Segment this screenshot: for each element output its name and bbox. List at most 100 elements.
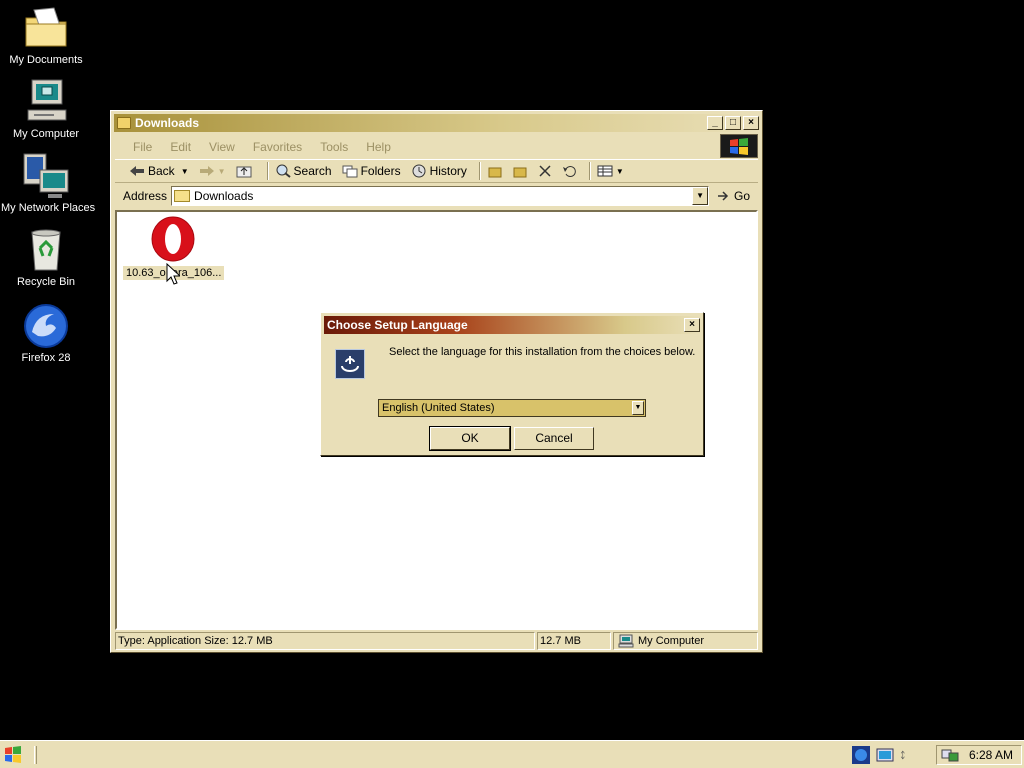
language-select-value: English (United States): [382, 402, 495, 414]
back-dropdown-icon[interactable]: ▼: [181, 167, 189, 176]
status-info: Type: Application Size: 12.7 MB: [115, 632, 535, 650]
address-label: Address: [123, 189, 168, 203]
menu-favorites[interactable]: Favorites: [253, 140, 302, 154]
move-to-button[interactable]: [487, 164, 506, 178]
desktop-icon-label: Firefox 28: [21, 352, 71, 364]
desktop-icon-label: My Documents: [9, 54, 83, 66]
undo-icon: [562, 166, 576, 177]
delete-icon: [539, 165, 551, 177]
installer-icon: [335, 349, 365, 379]
system-tray: 6:28 AM: [852, 744, 1022, 766]
move-to-icon: [488, 167, 502, 178]
close-button[interactable]: ×: [743, 116, 759, 130]
views-icon: [597, 165, 613, 177]
views-dropdown-icon: ▼: [615, 166, 624, 176]
folder-icon: [117, 117, 131, 129]
up-folder-button[interactable]: [236, 164, 255, 178]
address-bar: Address Downloads ▼ Go: [115, 184, 758, 208]
desktop-icon-label: My Network Places: [1, 202, 96, 214]
delete-button[interactable]: [537, 164, 556, 178]
back-arrow-icon: [130, 166, 144, 176]
desktop-icon-label: My Computer: [12, 128, 80, 140]
menu-edit[interactable]: Edit: [170, 140, 191, 154]
desktop-icon-network-places[interactable]: My Network Places: [0, 152, 95, 214]
go-label: Go: [734, 189, 751, 203]
status-size: 12.7 MB: [537, 632, 611, 650]
address-dropdown-button[interactable]: ▼: [692, 187, 709, 205]
folders-label: Folders: [360, 164, 401, 178]
views-button[interactable]: ▼: [597, 164, 624, 178]
menu-help[interactable]: Help: [366, 140, 391, 154]
toolbar-separator: [266, 162, 269, 180]
tray-clock-area[interactable]: 6:28 AM: [935, 745, 1022, 765]
address-value: Downloads: [194, 189, 254, 203]
back-label: Back: [148, 164, 175, 178]
language-select[interactable]: English (United States) ▼: [378, 399, 646, 417]
mouse-cursor-icon: [166, 263, 180, 285]
folders-button[interactable]: Folders: [342, 164, 401, 178]
search-icon: [276, 164, 291, 178]
maximize-button[interactable]: □: [725, 116, 741, 130]
minimize-button[interactable]: _: [707, 116, 723, 130]
dialog-close-button[interactable]: ×: [684, 318, 700, 332]
menu-file[interactable]: File: [133, 140, 152, 154]
desktop-icon-recycle-bin[interactable]: Recycle Bin: [0, 226, 92, 288]
status-zone-label: My Computer: [638, 635, 705, 647]
forward-dropdown-icon[interactable]: ▼: [218, 167, 226, 176]
history-label: History: [429, 164, 467, 178]
taskbar-grip[interactable]: [34, 746, 37, 764]
network-tray-icon[interactable]: [941, 747, 959, 763]
computer-icon: [22, 78, 70, 126]
start-button[interactable]: [2, 744, 24, 766]
desktop-icon-my-computer[interactable]: My Computer: [0, 78, 92, 140]
folder-icon: [174, 190, 191, 202]
volume-icon[interactable]: [900, 746, 910, 764]
desktop-icon-my-documents[interactable]: My Documents: [0, 4, 92, 66]
menu-view[interactable]: View: [209, 140, 235, 154]
dialog-title: Choose Setup Language: [327, 318, 468, 332]
taskbar: 6:28 AM: [0, 740, 1024, 768]
menu-tools[interactable]: Tools: [320, 140, 348, 154]
address-input[interactable]: Downloads ▼: [171, 186, 710, 206]
clock-time: 6:28 AM: [968, 748, 1013, 762]
search-button[interactable]: Search: [275, 164, 332, 178]
toolbar-separator: [588, 162, 591, 180]
internet-explorer-icon[interactable]: [852, 746, 870, 764]
go-button[interactable]: Go: [717, 189, 750, 203]
go-arrow-icon: [718, 191, 729, 201]
folder-documents-icon: [22, 4, 70, 52]
folders-icon: [342, 165, 358, 178]
dialog-message: Select the language for this installatio…: [389, 346, 696, 358]
copy-to-button[interactable]: [512, 164, 531, 178]
forward-arrow-icon: [199, 166, 214, 176]
ok-button[interactable]: OK: [429, 426, 511, 451]
desktop-icon-firefox[interactable]: Firefox 28: [0, 302, 92, 364]
recycle-bin-icon: [22, 226, 70, 274]
window-title: Downloads: [135, 116, 200, 130]
computer-icon: [618, 634, 634, 648]
explorer-titlebar[interactable]: Downloads _ □ ×: [114, 114, 759, 132]
chevron-down-icon[interactable]: ▼: [632, 401, 644, 415]
status-zone: My Computer: [613, 632, 758, 650]
undo-button[interactable]: [562, 164, 581, 178]
up-folder-icon: [236, 166, 252, 178]
firefox-icon: [22, 302, 70, 350]
status-bar: Type: Application Size: 12.7 MB 12.7 MB …: [115, 632, 758, 650]
desktop-icon-label: Recycle Bin: [16, 276, 76, 288]
windows-logo-icon: [720, 134, 758, 158]
search-label: Search: [293, 164, 332, 178]
network-places-icon: [22, 152, 70, 200]
standard-toolbar: Back ▼ ▼ Search Folders History ▼: [115, 159, 758, 183]
show-desktop-icon[interactable]: [876, 746, 894, 764]
cancel-button[interactable]: Cancel: [514, 427, 594, 450]
history-button[interactable]: History: [411, 164, 467, 178]
setup-language-dialog: Choose Setup Language × Select the langu…: [320, 312, 704, 456]
toolbar-separator: [478, 162, 481, 180]
dialog-titlebar[interactable]: Choose Setup Language ×: [324, 316, 700, 334]
opera-icon: [150, 216, 196, 262]
back-button[interactable]: Back ▼: [129, 164, 189, 178]
forward-button[interactable]: ▼: [199, 164, 226, 178]
history-icon: [412, 164, 426, 178]
copy-to-icon: [513, 167, 527, 178]
menu-bar: File Edit View Favorites Tools Help: [115, 136, 758, 158]
